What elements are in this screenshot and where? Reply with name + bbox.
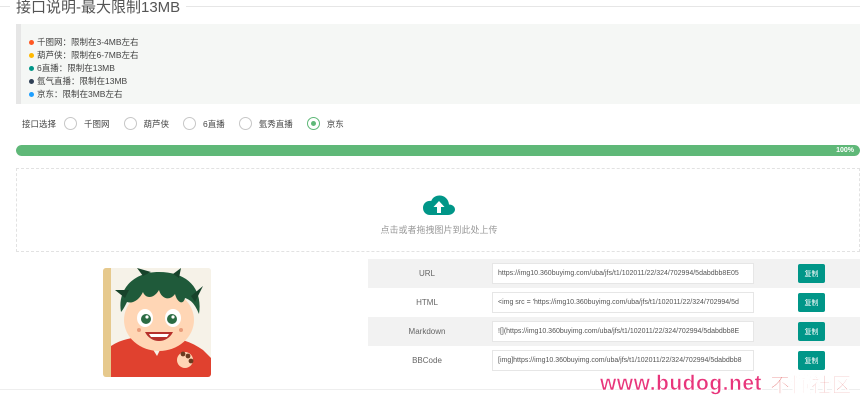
notice-item: 氩气直播：限制在13MB (29, 75, 860, 88)
interface-label: 接口选择 (22, 118, 57, 129)
image-preview (103, 268, 211, 377)
radio-option-6live[interactable]: 6直播 (183, 117, 225, 130)
radio-circle-icon[interactable] (183, 117, 197, 130)
html-field[interactable]: <img src = 'https://img10.360buyimg.com/… (492, 292, 754, 313)
link-row-markdown: Markdown ![](https://img10.360buyimg.com… (368, 317, 860, 346)
notice-item: 千图网：限制在3-4MB左右 (29, 36, 860, 49)
radio-option-yaxiu[interactable]: 氩秀直播 (238, 117, 293, 130)
notice-item: 葫芦侠：限制在6-7MB左右 (29, 49, 860, 62)
link-output-table: URL https://img10.360buyimg.com/uba/jfs/… (368, 259, 860, 375)
copy-html-button[interactable]: 复制 (798, 293, 825, 312)
notice-text: 氩气直播：限制在13MB (37, 76, 128, 86)
copy-bbcode-button[interactable]: 复制 (798, 351, 825, 370)
radio-circle-icon[interactable] (238, 117, 252, 130)
watermark-site-name: 不懂社区 (770, 375, 852, 398)
bullet-dot-icon (29, 53, 34, 58)
radio-label: 千图网 (84, 118, 110, 129)
notice-box: 千图网：限制在3-4MB左右 葫芦侠：限制在6-7MB左右 6直播：限制在13M… (16, 24, 860, 104)
radio-circle-icon[interactable] (64, 117, 78, 130)
notice-text: 6直播：限制在13MB (37, 63, 115, 73)
radio-option-huluxia[interactable]: 葫芦侠 (123, 117, 170, 130)
notice-text: 千图网：限制在3-4MB左右 (37, 37, 139, 47)
link-label: Markdown (408, 327, 446, 336)
copy-markdown-button[interactable]: 复制 (798, 322, 825, 341)
radio-checked-icon[interactable] (306, 117, 320, 130)
watermark-url: www.budog.net (599, 371, 762, 395)
bullet-dot-icon (29, 40, 34, 45)
notice-item: 京东：限制在3MB左右 (29, 88, 860, 101)
notice-item: 6直播：限制在13MB (29, 62, 860, 75)
radio-label: 6直播 (203, 118, 225, 129)
upload-dropzone[interactable]: 点击或者拖拽图片到此处上传 (16, 168, 860, 252)
upload-progress-bar: 100% (16, 145, 860, 156)
radio-label: 氩秀直播 (258, 118, 293, 129)
cloud-upload-icon (423, 195, 455, 215)
radio-label: 葫芦侠 (143, 118, 170, 129)
bullet-dot-icon (29, 79, 34, 84)
watermark: www.budog.net 不懂社区 (600, 369, 852, 398)
preview-image (103, 268, 211, 377)
page-title: 接口说明-最大限制13MB (10, 0, 187, 17)
bullet-dot-icon (29, 66, 34, 71)
link-label: BBCode (412, 356, 442, 365)
radio-option-jd[interactable]: 京东 (306, 117, 344, 130)
url-field[interactable]: https://img10.360buyimg.com/uba/jfs/t1/1… (492, 263, 754, 284)
link-row-html: HTML <img src = 'https://img10.360buyimg… (368, 288, 860, 317)
copy-url-button[interactable]: 复制 (798, 264, 825, 283)
notice-text: 京东：限制在3MB左右 (37, 89, 123, 99)
progress-percent: 100% (836, 147, 854, 154)
bullet-dot-icon (29, 92, 34, 97)
markdown-field[interactable]: ![](https://img10.360buyimg.com/uba/jfs/… (492, 321, 754, 342)
link-label: URL (418, 269, 435, 278)
bbcode-field[interactable]: [img]https://img10.360buyimg.com/uba/jfs… (492, 350, 754, 371)
link-row-url: URL https://img10.360buyimg.com/uba/jfs/… (368, 259, 860, 288)
link-label: HTML (416, 298, 438, 307)
radio-option-qiantu[interactable]: 千图网 (64, 117, 110, 130)
radio-circle-icon[interactable] (123, 117, 137, 130)
progress-fill: 100% (16, 145, 860, 156)
notice-text: 葫芦侠：限制在6-7MB左右 (37, 50, 139, 60)
radio-label: 京东 (326, 118, 344, 129)
interface-selector: 接口选择 千图网 葫芦侠 6直播 氩秀直播 京东 (22, 117, 358, 130)
upload-hint: 点击或者拖拽图片到此处上传 (380, 225, 498, 235)
